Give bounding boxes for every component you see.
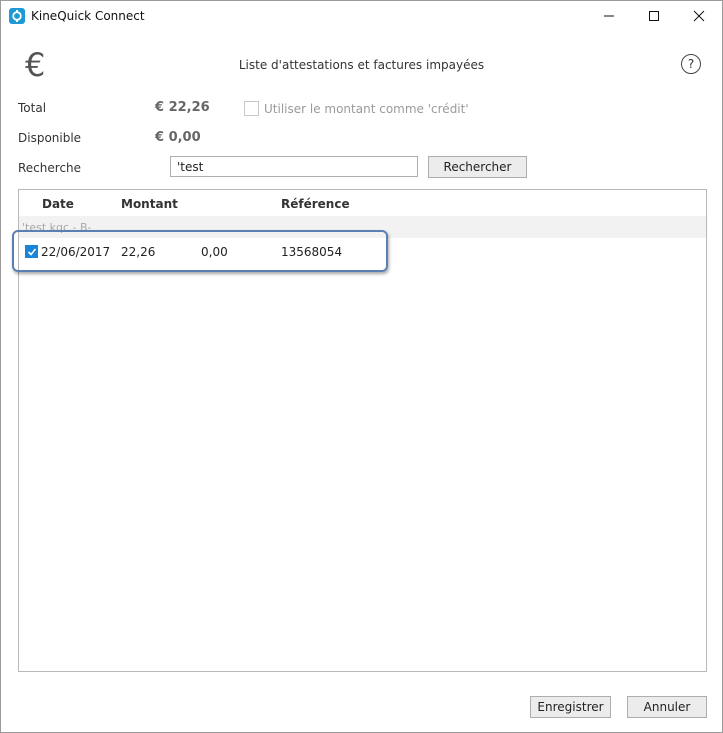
search-label: Recherche: [18, 161, 82, 175]
close-icon: [693, 10, 705, 22]
group-header-row: 'test kqc - B-: [19, 216, 706, 238]
invoice-list[interactable]: Date Montant Référence 'test kqc - B- 22…: [18, 189, 707, 672]
close-button[interactable]: [676, 1, 722, 31]
minimize-button[interactable]: [586, 1, 632, 31]
window-title: KineQuick Connect: [31, 9, 145, 23]
page-title: Liste d'attestations et factures impayée…: [238, 58, 485, 72]
cell-montant: 22,26: [121, 245, 156, 259]
column-header-date[interactable]: Date: [42, 197, 74, 211]
maximize-button[interactable]: [631, 1, 677, 31]
app-logo-icon: [9, 8, 25, 24]
cell-reference: 13568054: [281, 245, 343, 259]
cancel-button[interactable]: Annuler: [627, 696, 707, 718]
main-window: KineQuick Connect € Liste d'attestations…: [0, 0, 723, 733]
search-button[interactable]: Rechercher: [428, 156, 527, 178]
column-header-reference[interactable]: Référence: [281, 197, 350, 211]
help-icon[interactable]: ?: [681, 54, 701, 74]
available-label: Disponible: [18, 131, 82, 145]
use-as-credit-label: Utiliser le montant comme 'crédit': [264, 102, 469, 116]
total-value: € 22,26: [155, 100, 210, 115]
minimize-icon: [604, 15, 614, 17]
search-input[interactable]: [170, 156, 418, 177]
column-header-montant[interactable]: Montant: [121, 197, 178, 211]
checkmark-icon: [27, 248, 37, 256]
title-bar[interactable]: KineQuick Connect: [1, 1, 722, 31]
maximize-icon: [649, 11, 659, 21]
cell-date: 22/06/2017: [41, 245, 111, 259]
save-button[interactable]: Enregistrer: [530, 696, 611, 718]
group-label: 'test kqc - B-: [22, 221, 92, 234]
row-checkbox[interactable]: [25, 245, 38, 258]
use-as-credit-checkbox[interactable]: [244, 101, 259, 116]
cell-paid: 0,00: [201, 245, 228, 259]
total-label: Total: [18, 101, 47, 115]
table-row[interactable]: 22/06/2017 22,26 0,00 13568054: [19, 240, 706, 264]
available-value: € 0,00: [155, 130, 201, 145]
